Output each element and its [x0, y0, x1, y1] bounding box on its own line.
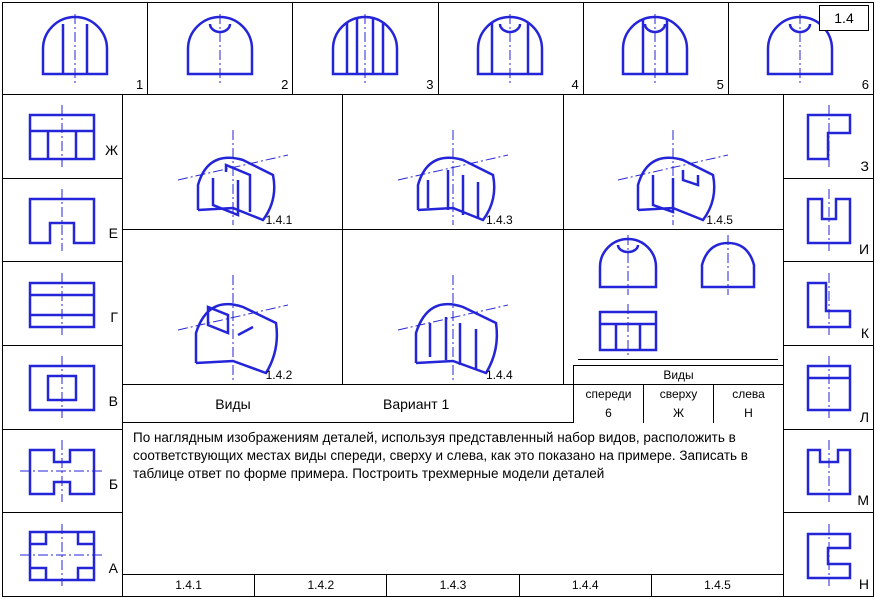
- views-title: Виды: [123, 396, 343, 412]
- left-view-a: [20, 524, 105, 586]
- top-view-1: [33, 14, 118, 84]
- iso-row-1: 1.4.1 1.4.3: [123, 95, 783, 230]
- left-label-zh: Ж: [105, 142, 118, 158]
- iso-cell-143: 1.4.3: [343, 95, 563, 229]
- top-view-4: [468, 14, 553, 84]
- ans-val-top: Ж: [644, 404, 714, 423]
- left-cell-zh: Ж: [3, 95, 122, 179]
- left-label-v: В: [109, 393, 118, 409]
- iso-cell-141: 1.4.1: [123, 95, 343, 229]
- left-cell-b: Б: [3, 430, 122, 514]
- right-view-n: [798, 524, 860, 586]
- right-label-z: З: [861, 158, 869, 174]
- left-label-a: А: [109, 560, 118, 576]
- top-view-2: [178, 14, 263, 84]
- example-top: [578, 300, 678, 360]
- left-label-b: Б: [109, 476, 118, 492]
- iso-view-144: [398, 275, 508, 380]
- bt-145: 1.4.5: [652, 575, 783, 596]
- ans-val-front: 6: [574, 404, 644, 423]
- top-cell-4: 4: [439, 3, 584, 94]
- top-cell-3: 3: [293, 3, 438, 94]
- top-num-3: 3: [426, 77, 433, 92]
- right-view-z: [798, 105, 860, 167]
- left-view-e: [20, 189, 105, 251]
- left-label-g: Г: [110, 309, 118, 325]
- right-view-k: [798, 273, 860, 335]
- left-view-b: [20, 440, 105, 502]
- right-cell-l: Л: [784, 346, 873, 430]
- top-view-5: [613, 14, 698, 84]
- bt-141: 1.4.1: [123, 575, 255, 596]
- top-cell-5: 5: [584, 3, 729, 94]
- top-cell-2: 2: [148, 3, 293, 94]
- left-view-zh: [20, 105, 105, 167]
- example-block: [578, 230, 778, 360]
- middle-area: Ж Е Г: [3, 95, 873, 596]
- top-row: 1 2 3 4: [3, 3, 873, 95]
- ans-val-left: Н: [714, 404, 783, 423]
- bt-144: 1.4.4: [520, 575, 652, 596]
- ans-col-top: сверху: [644, 385, 714, 404]
- drawing-frame: 1.4 1 2 3: [2, 2, 874, 597]
- instructions-text: По наглядным изображениям деталей, испол…: [123, 423, 783, 574]
- left-view-v: [20, 356, 105, 418]
- right-cell-i: И: [784, 179, 873, 263]
- right-cell-n: Н: [784, 513, 873, 596]
- iso-label-142: 1.4.2: [266, 368, 293, 382]
- task-badge: 1.4: [819, 5, 869, 31]
- right-cell-m: М: [784, 430, 873, 514]
- bottom-answer-table: 1.4.1 1.4.2 1.4.3 1.4.4 1.4.5: [123, 574, 783, 596]
- iso-label-143: 1.4.3: [486, 213, 513, 227]
- left-cell-g: Г: [3, 262, 122, 346]
- iso-view-142: [178, 275, 288, 380]
- bt-143: 1.4.3: [387, 575, 519, 596]
- right-cell-z: З: [784, 95, 873, 179]
- right-label-l: Л: [860, 409, 869, 425]
- right-view-i: [798, 189, 860, 251]
- ans-tbl-header: Виды: [574, 366, 783, 385]
- task-number: 1.4: [834, 10, 853, 26]
- iso-cell-142: 1.4.2: [123, 230, 343, 384]
- left-view-g: [20, 273, 105, 335]
- iso-cell-example: [564, 230, 783, 384]
- left-cell-e: Е: [3, 179, 122, 263]
- iso-label-145: 1.4.5: [706, 213, 733, 227]
- top-num-4: 4: [571, 77, 578, 92]
- bt-142: 1.4.2: [255, 575, 387, 596]
- left-column: Ж Е Г: [3, 95, 123, 596]
- iso-view-145: [618, 130, 728, 225]
- center-area: 1.4.1 1.4.3: [123, 95, 783, 596]
- top-num-2: 2: [281, 77, 288, 92]
- iso-view-141: [178, 130, 288, 225]
- right-column: З И К: [783, 95, 873, 596]
- example-side: [678, 230, 778, 300]
- top-view-3: [323, 14, 408, 84]
- iso-cell-145: 1.4.5: [564, 95, 783, 229]
- left-label-e: Е: [109, 225, 118, 241]
- example-front: [578, 230, 678, 300]
- top-cell-1: 1: [3, 3, 148, 94]
- left-cell-a: А: [3, 513, 122, 596]
- ans-col-front: спереди: [574, 385, 644, 404]
- top-num-6: 6: [862, 77, 869, 92]
- iso-cell-144: 1.4.4: [343, 230, 563, 384]
- ans-col-left: слева: [714, 385, 783, 404]
- answer-block: Виды Вариант 1 Виды спереди сверху слева…: [123, 385, 783, 596]
- iso-label-141: 1.4.1: [266, 213, 293, 227]
- right-view-l: [798, 356, 860, 418]
- iso-row-2: 1.4.2 1.4.4: [123, 230, 783, 385]
- iso-label-144: 1.4.4: [486, 368, 513, 382]
- right-cell-k: К: [784, 262, 873, 346]
- example-answer-table: Виды спереди сверху слева 6 Ж Н: [573, 365, 783, 423]
- right-label-i: И: [859, 241, 869, 257]
- top-num-5: 5: [717, 77, 724, 92]
- right-label-n: Н: [859, 576, 869, 592]
- right-view-m: [798, 440, 860, 502]
- right-label-m: М: [857, 492, 869, 508]
- left-cell-v: В: [3, 346, 122, 430]
- top-num-1: 1: [136, 77, 143, 92]
- iso-view-143: [398, 130, 508, 225]
- right-label-k: К: [861, 325, 869, 341]
